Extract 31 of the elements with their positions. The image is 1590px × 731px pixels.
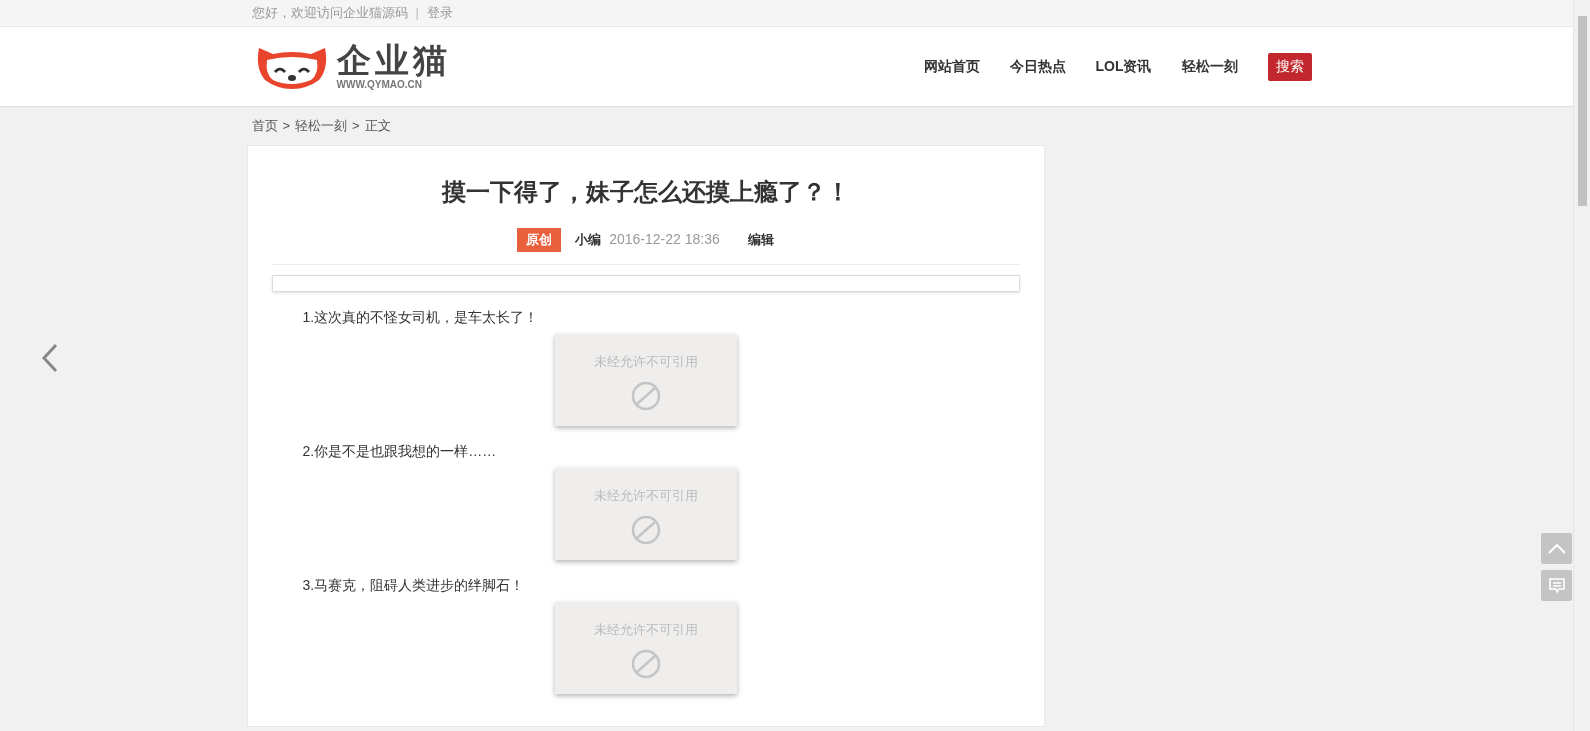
nav-link[interactable]: 网站首页 [923,56,980,77]
nav-link[interactable]: 今日热点 [1009,56,1066,77]
date-text: 2016-12-22 18:36 [609,230,720,250]
comment-icon [1548,577,1565,594]
comment-button[interactable] [1541,570,1572,601]
paragraph-text: 1.这次真的不怪女司机，是车太长了！ [301,307,540,327]
paragraph-text: 3.马赛克，阻碍人类进步的绊脚石！ [301,575,526,595]
original-tag: 原创 [517,228,562,252]
scrollbar[interactable] [1573,0,1590,731]
chevron-up-icon [1547,543,1566,554]
forbidden-icon [630,649,661,679]
article-title: 摸一下得了，妹子怎么还摸上瘾了？！ [440,177,851,207]
breadcrumb-link[interactable]: 正文 [364,116,391,136]
nav-link[interactable]: LOL资讯 [1095,56,1152,77]
nav-link[interactable]: 轻松一刻 [1181,56,1238,77]
logo-text: 企业猫 [336,43,451,77]
greeting-text: 您好，欢迎访问企业猫源码 [251,4,408,23]
logo-url-text: WWW.QYMAO.CN [336,80,424,90]
search-button[interactable]: 搜索 [1267,52,1312,81]
scrollbar-thumb[interactable] [1577,16,1587,206]
edit-link[interactable]: 编辑 [747,230,774,250]
paragraph-text: 2.你是不是也跟我想的一样…… [301,441,498,461]
forbidden-icon [630,381,661,411]
breadcrumb-link[interactable]: 首页 [251,116,278,136]
breadcrumb-separator: > [352,117,360,136]
separator-text: | [415,4,419,23]
author-text: 小编 [575,231,602,249]
forbidden-icon [630,515,661,545]
breadcrumb-link[interactable]: 轻松一刻 [295,116,348,136]
breadcrumb-separator: > [282,117,291,136]
back-to-top-button[interactable] [1541,533,1572,564]
